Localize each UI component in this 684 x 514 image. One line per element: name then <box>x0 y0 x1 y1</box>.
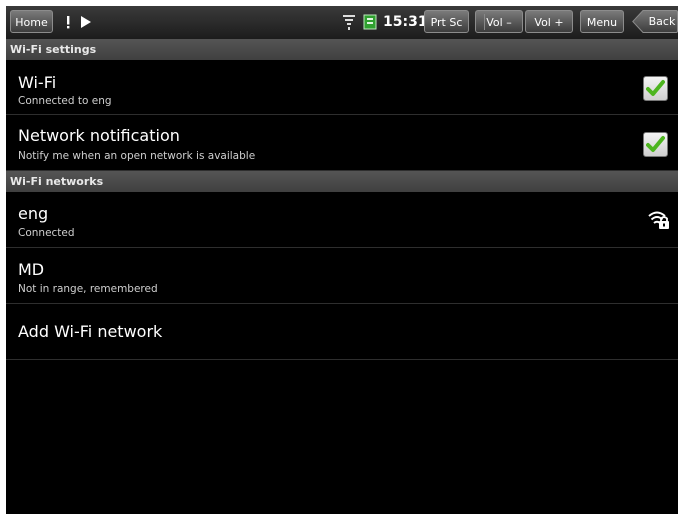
back-button[interactable]: Back <box>632 10 678 33</box>
network-item-md[interactable]: MD Not in range, remembered <box>6 248 678 304</box>
network-notification-checkbox[interactable] <box>643 132 668 157</box>
volume-divider <box>484 14 485 30</box>
volume-up-button[interactable]: Vol + <box>525 10 573 33</box>
section-title: Wi-Fi networks <box>10 175 104 188</box>
clock: 15:31 <box>383 14 428 30</box>
section-header-wifi-networks: Wi-Fi networks <box>6 171 678 192</box>
network-notification-row[interactable]: Network notification Notify me when an o… <box>6 115 678 171</box>
system-bar: Home 15:31 Prt Sc Vol – Vol + Menu Back <box>6 6 678 40</box>
network-notification-summary: Notify me when an open network is availa… <box>18 150 256 162</box>
wifi-title: Wi-Fi <box>18 73 57 92</box>
wifi-checkbox[interactable] <box>643 76 668 101</box>
back-label: Back <box>648 15 676 28</box>
checkmark-icon <box>646 136 665 152</box>
section-header-wifi-settings: Wi-Fi settings <box>6 39 678 60</box>
warning-icon <box>67 16 70 29</box>
add-wifi-network-row[interactable]: Add Wi-Fi network <box>6 304 678 360</box>
network-item-eng[interactable]: eng Connected <box>6 192 678 248</box>
android-screen: Home 15:31 Prt Sc Vol – Vol + Menu Back … <box>6 6 678 514</box>
network-notification-title: Network notification <box>18 126 180 145</box>
menu-button[interactable]: Menu <box>580 10 624 33</box>
network-ssid: eng <box>18 204 49 223</box>
wifi-toggle-row[interactable]: Wi-Fi Connected to eng <box>6 60 678 115</box>
network-status: Not in range, remembered <box>18 283 158 295</box>
checkmark-icon <box>646 80 665 96</box>
wifi-lock-icon <box>648 211 669 229</box>
section-title: Wi-Fi settings <box>10 43 97 56</box>
wifi-status: Connected to eng <box>18 95 112 107</box>
network-status: Connected <box>18 227 75 239</box>
home-button[interactable]: Home <box>10 10 53 33</box>
add-wifi-network-label: Add Wi-Fi network <box>18 322 163 341</box>
volume-down-button[interactable]: Vol – <box>475 10 523 33</box>
battery-icon <box>363 14 377 30</box>
print-screen-button[interactable]: Prt Sc <box>424 10 469 33</box>
wifi-status-icon <box>343 15 355 30</box>
network-ssid: MD <box>18 260 45 279</box>
play-icon <box>81 16 91 28</box>
